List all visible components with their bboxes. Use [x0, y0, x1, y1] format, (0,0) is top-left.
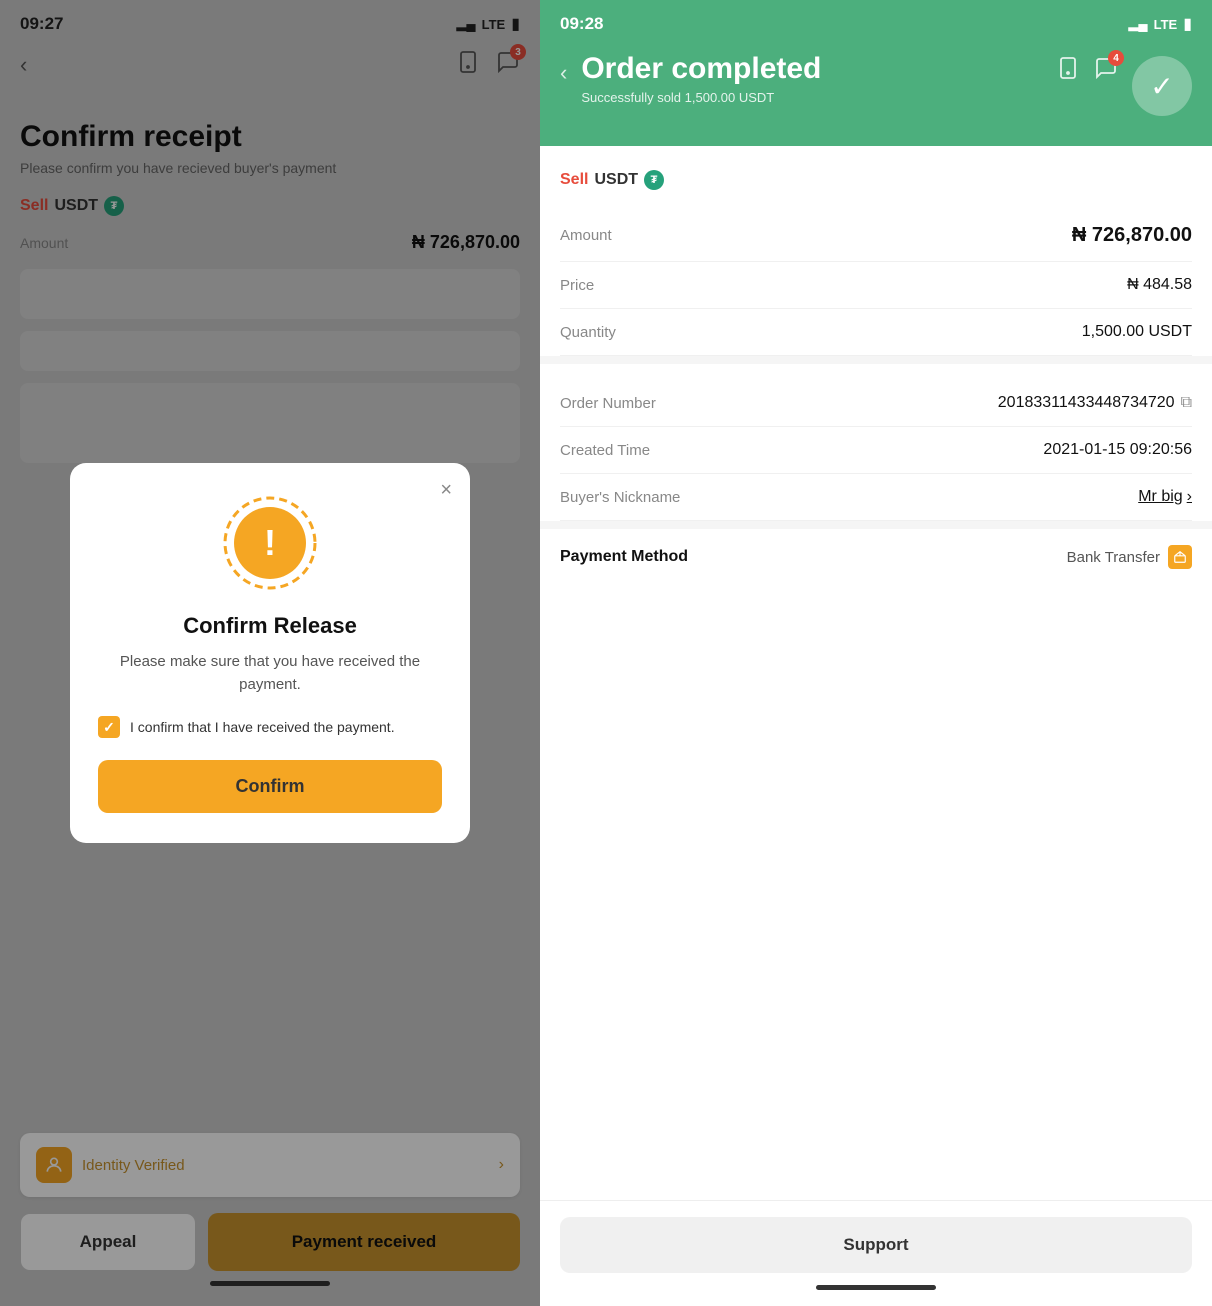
buyer-nickname-arrow-icon: ›	[1187, 488, 1192, 506]
right-chat-badge: 4	[1108, 50, 1124, 66]
buyer-nickname-text: Mr big	[1138, 488, 1182, 506]
buyer-nickname-value[interactable]: Mr big ›	[1138, 488, 1192, 506]
right-sell-label: Sell	[560, 171, 588, 189]
order-number-value-group: 20183311433448734720 ⧉	[998, 394, 1192, 412]
modal-title: Confirm Release	[98, 613, 442, 639]
right-phone-icon[interactable]	[1056, 56, 1080, 86]
order-number-label: Order Number	[560, 395, 656, 412]
payment-method-label: Payment Method	[560, 548, 688, 566]
right-page-title: Order completed	[581, 52, 821, 86]
modal-confirm-button[interactable]: Confirm	[98, 760, 442, 813]
right-signal-icon: ▂▄	[1128, 16, 1147, 32]
right-tether-icon: ₮	[644, 170, 664, 190]
right-bottom: Support	[540, 1200, 1212, 1306]
warning-circle-icon: !	[234, 507, 306, 579]
modal-checkbox[interactable]: ✓	[98, 716, 120, 738]
copy-icon[interactable]: ⧉	[1181, 394, 1192, 412]
payment-method-text: Bank Transfer	[1067, 549, 1160, 566]
buyer-nickname-label: Buyer's Nickname	[560, 489, 680, 506]
confirm-release-modal: × ! Confirm Release Please make sure tha…	[70, 463, 470, 843]
created-time-value: 2021-01-15 09:20:56	[1043, 441, 1192, 459]
right-back-button[interactable]: ‹	[560, 52, 567, 86]
right-title-group: Order completed Successfully sold 1,500.…	[581, 52, 821, 105]
price-info-row: Price ₦ 484.58	[560, 262, 1192, 309]
quantity-info-row: Quantity 1,500.00 USDT	[560, 309, 1192, 356]
right-usdt-label: USDT	[594, 171, 638, 189]
created-time-label: Created Time	[560, 442, 650, 459]
right-sell-row: Sell USDT ₮	[560, 170, 1192, 190]
modal-description: Please make sure that you have received …	[98, 651, 442, 696]
modal-checkbox-row[interactable]: ✓ I confirm that I have received the pay…	[98, 716, 442, 738]
buyer-nickname-row: Buyer's Nickname Mr big ›	[560, 474, 1192, 521]
price-info-value: ₦ 484.58	[1127, 276, 1192, 294]
divider	[540, 356, 1212, 364]
right-chat-icon[interactable]: 4	[1094, 56, 1118, 86]
right-battery-icon: ▮	[1183, 14, 1192, 34]
support-button[interactable]: Support	[560, 1217, 1192, 1273]
payment-method-row: Payment Method Bank Transfer	[560, 529, 1192, 585]
right-content: Sell USDT ₮ Amount ₦ 726,870.00 Price ₦ …	[540, 146, 1212, 1200]
right-status-bar: 09:28 ▂▄ LTE ▮	[540, 0, 1212, 42]
left-panel: 09:27 ▂▄ LTE ▮ ‹ 3 Confirm re	[0, 0, 540, 1306]
amount-info-label: Amount	[560, 227, 612, 244]
bank-transfer-icon	[1168, 545, 1192, 569]
right-home-indicator	[816, 1285, 936, 1290]
amount-info-row: Amount ₦ 726,870.00	[560, 210, 1192, 262]
right-page-subtitle: Successfully sold 1,500.00 USDT	[581, 90, 821, 105]
right-lte-label: LTE	[1154, 17, 1178, 32]
quantity-info-label: Quantity	[560, 324, 616, 341]
exclamation-icon: !	[264, 525, 276, 561]
order-complete-icon: ✓	[1132, 56, 1192, 116]
right-time: 09:28	[560, 14, 603, 34]
quantity-info-value: 1,500.00 USDT	[1082, 323, 1192, 341]
order-number-row: Order Number 20183311433448734720 ⧉	[560, 380, 1192, 427]
checkmark-icon: ✓	[103, 719, 115, 736]
right-header: ‹ Order completed Successfully sold 1,50…	[540, 42, 1212, 146]
modal-overlay: × ! Confirm Release Please make sure tha…	[0, 0, 540, 1306]
created-time-row: Created Time 2021-01-15 09:20:56	[560, 427, 1192, 474]
price-info-label: Price	[560, 277, 594, 294]
modal-checkbox-label: I confirm that I have received the payme…	[130, 719, 395, 735]
right-status-icons: ▂▄ LTE ▮	[1128, 14, 1192, 34]
payment-method-value: Bank Transfer	[1067, 545, 1192, 569]
right-panel: 09:28 ▂▄ LTE ▮ ‹ Order completed Success…	[540, 0, 1212, 1306]
divider-2	[540, 521, 1212, 529]
order-number-value: 20183311433448734720	[998, 394, 1175, 412]
modal-close-button[interactable]: ×	[440, 479, 452, 502]
checkmark-circle-icon: ✓	[1150, 70, 1173, 103]
amount-info-value: ₦ 726,870.00	[1072, 224, 1192, 247]
